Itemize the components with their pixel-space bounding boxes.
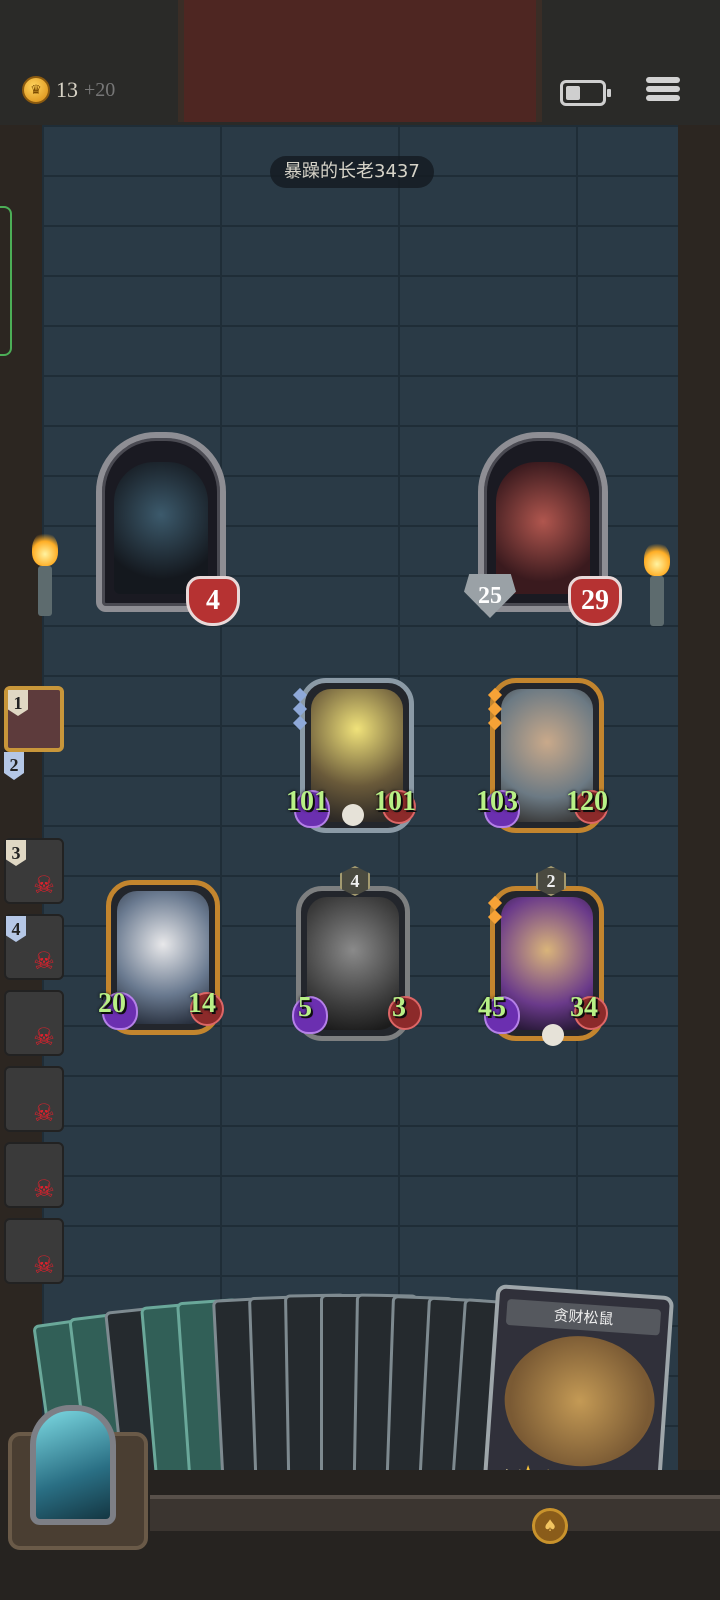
skull-icon: ☠ xyxy=(33,1023,55,1051)
minion-attack: 5 xyxy=(298,992,312,1023)
minion-attack: 45 xyxy=(478,992,506,1023)
leaderboard-entry-7[interactable]: ☠ xyxy=(4,1142,64,1208)
skull-icon: ☠ xyxy=(33,1099,55,1127)
upgrade-markers xyxy=(487,687,503,732)
skull-icon: ☠ xyxy=(33,1251,55,1279)
menu-icon xyxy=(646,77,680,83)
leaderboard-entry-4[interactable]: 4 ☠ xyxy=(4,914,64,980)
hero-health-badge: 29 xyxy=(568,576,622,626)
rank-badge: 1 xyxy=(8,690,28,716)
menu-button[interactable] xyxy=(646,74,680,108)
gold-counter: ♛ 13 +20 xyxy=(22,76,115,104)
rank-badge: 3 xyxy=(6,840,26,866)
top-doorway xyxy=(178,0,542,122)
minion-health: 3 xyxy=(392,992,406,1023)
leaderboard-entry-6[interactable]: ☠ xyxy=(4,1066,64,1132)
skull-icon: ☠ xyxy=(33,947,55,975)
minion-health: 14 xyxy=(188,988,216,1019)
hero-art xyxy=(114,462,208,594)
skull-icon: ☠ xyxy=(33,871,55,899)
coin-button[interactable]: ♠ xyxy=(532,1508,568,1544)
upgrade-markers xyxy=(292,687,308,732)
card-title: 贪财松鼠 xyxy=(505,1298,662,1336)
minion-health: 34 xyxy=(570,992,598,1023)
right-pillar xyxy=(678,125,720,1470)
minion-attack: 103 xyxy=(476,786,518,817)
opponent-name: 暴躁的长老3437 xyxy=(270,156,434,188)
side-tab[interactable] xyxy=(0,206,12,356)
leaderboard-entry-5[interactable]: ☠ xyxy=(4,990,64,1056)
flame-icon xyxy=(32,532,58,566)
minion-attack: 20 xyxy=(98,988,126,1019)
leaderboard-entry-3[interactable]: 3 ☠ xyxy=(4,838,64,904)
hero-health-badge: 4 xyxy=(186,576,240,626)
crystal-button[interactable] xyxy=(30,1405,116,1525)
battery-icon xyxy=(560,80,611,106)
leaderboard-entry-1[interactable]: 1 xyxy=(4,686,64,752)
rank-badge: 4 xyxy=(6,916,26,942)
hand-rail xyxy=(150,1495,720,1531)
card-art xyxy=(500,1331,659,1472)
skull-icon: ☠ xyxy=(33,1175,55,1203)
minion-health: 120 xyxy=(566,786,608,817)
gold-coin-icon: ♛ xyxy=(22,76,50,104)
torch-right xyxy=(644,542,670,626)
minion-attack: 101 xyxy=(286,786,328,817)
flame-icon xyxy=(644,542,670,576)
skull-icon xyxy=(542,1024,564,1046)
gold-bonus: +20 xyxy=(84,78,116,101)
upgrade-markers xyxy=(487,895,503,926)
gold-amount: 13 xyxy=(56,77,78,102)
skull-icon xyxy=(342,804,364,826)
leaderboard-entry-8[interactable]: ☠ xyxy=(4,1218,64,1284)
minion-health: 101 xyxy=(374,786,416,817)
torch-left xyxy=(32,532,58,616)
